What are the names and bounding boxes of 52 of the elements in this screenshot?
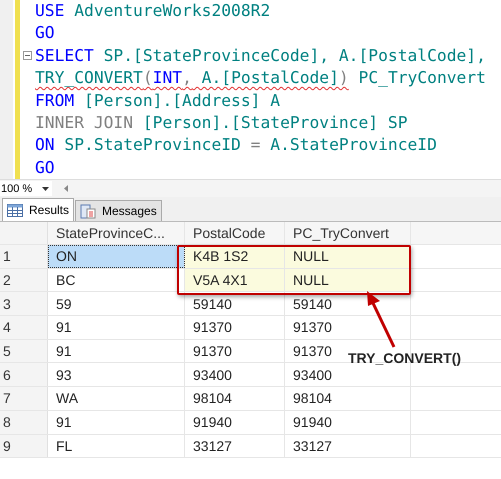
table-cell: 98104 [285,387,411,410]
document-icon [80,204,96,218]
table-cell: 91370 [185,316,285,339]
table-cell: NULL [285,245,411,268]
code-line: GO [35,23,55,42]
table-cell: 93 [48,363,185,386]
table-cell: 91 [48,316,185,339]
annotation-label: TRY_CONVERT() [348,350,462,366]
grid-icon [7,204,23,216]
column-header[interactable]: PC_TryConvert [285,222,411,244]
results-tab[interactable]: Results [2,198,74,221]
code-line: ON SP.StateProvinceID = A.StateProvinceID [35,135,437,154]
column-header[interactable]: StateProvinceC... [48,222,185,244]
table-cell: WA [48,387,185,410]
table-cell: 91940 [185,410,285,434]
row-number[interactable]: 6 [0,363,48,386]
table-cell: 91 [48,340,185,362]
table-cell: 59 [48,292,185,316]
row-number[interactable]: 1 [0,245,48,268]
table-cell: 33127 [285,434,411,458]
table-cell: 33127 [185,434,285,458]
table-cell: 98104 [185,387,285,410]
table-cell: 91 [48,410,185,434]
table-cell: V5A 4X1 [185,268,285,292]
table-cell: 91370 [285,316,411,339]
table-cell: 91370 [185,340,285,362]
column-header[interactable]: PostalCode [185,222,285,244]
row-number[interactable]: 2 [0,268,48,292]
code-line: USE AdventureWorks2008R2 [35,1,270,20]
table-cell: 59140 [185,292,285,316]
table-cell: K4B 1S2 [185,245,285,268]
table-cell: FL [48,434,185,458]
code-line: GO [35,158,55,177]
table-cell: 93400 [185,363,285,386]
code-line: SELECT SP.[StateProvinceCode], A.[PostalCode], [35,46,486,65]
table-cell: 91940 [285,410,411,434]
row-number[interactable]: 9 [0,434,48,458]
row-number[interactable]: 8 [0,410,48,434]
row-number[interactable]: 5 [0,340,48,362]
row-number[interactable]: 7 [0,387,48,410]
code-line: INNER JOIN [Person].[StateProvince] SP [35,112,408,132]
code-line: TRY_CONVERT(INT, A.[PostalCode]) PC_TryConvert [35,68,486,88]
zoom-dropdown[interactable]: 100 % [0,181,52,196]
caret-icon [42,186,49,190]
scroll-left-icon[interactable] [64,185,68,192]
row-number[interactable]: 3 [0,292,48,316]
row-number[interactable]: 4 [0,316,48,339]
results-tab[interactable]: Messages [75,200,162,221]
collapse-icon[interactable] [23,50,32,60]
code-line: FROM [Person].[Address] A [35,90,280,110]
table-cell: NULL [285,268,411,292]
table-cell: ON [48,245,185,268]
